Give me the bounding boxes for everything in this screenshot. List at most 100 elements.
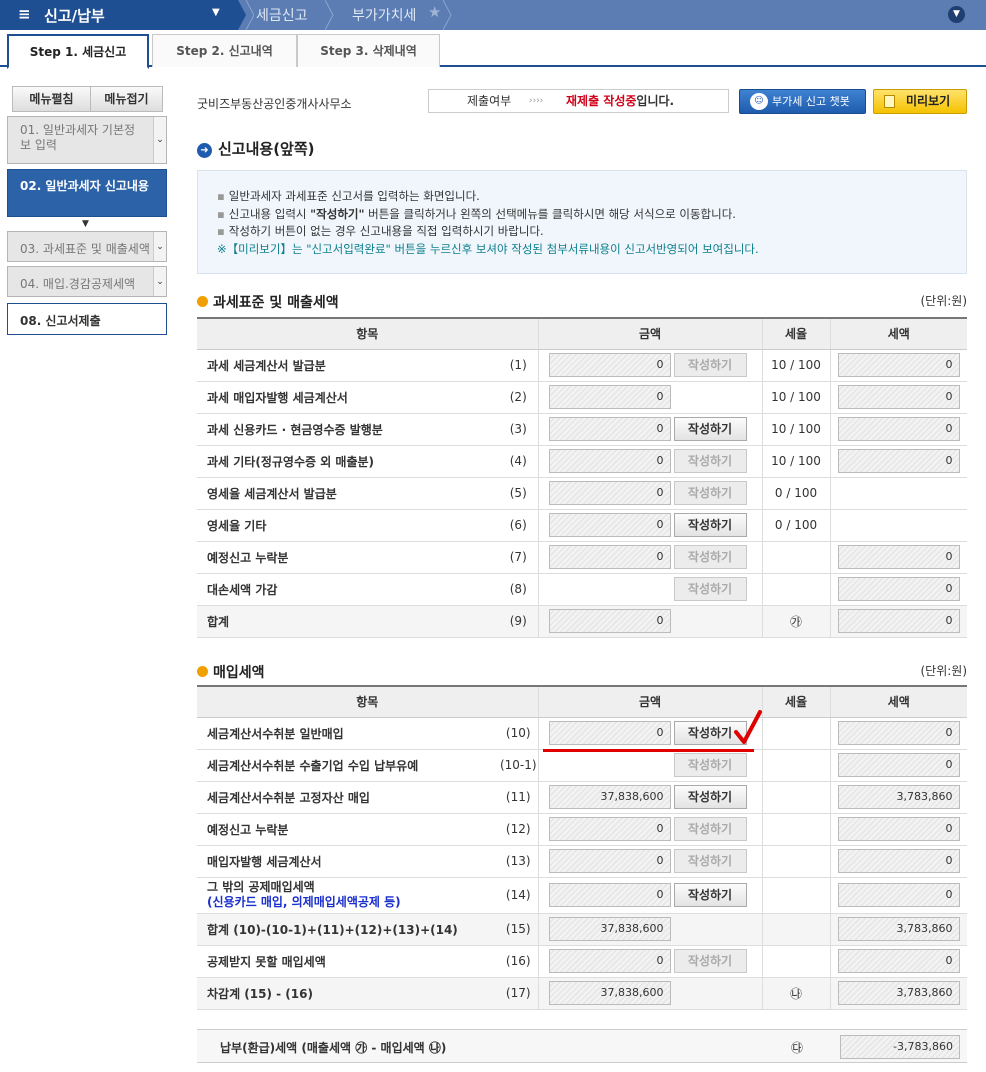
vat-chatbot-button[interactable]: ☺ 부가세 신고 챗봇 (739, 89, 866, 114)
tax-field[interactable]: 0 (837, 849, 960, 873)
row-label: 세금계산서수취분 고정자산 매입 (197, 781, 499, 814)
tax-field[interactable]: 0 (837, 417, 960, 441)
amount-field[interactable]: 0 (548, 949, 671, 973)
rate-cell (761, 717, 830, 750)
write-button[interactable]: 작성하기 (673, 883, 747, 907)
write-button[interactable]: 작성하기 (673, 513, 747, 537)
chevron-down-icon[interactable]: ⌄ (153, 267, 166, 296)
column-header-amount: 금액 (537, 685, 762, 718)
row-number: (17) (499, 977, 538, 1010)
bullet-icon (197, 296, 208, 307)
row-label: 과세 세금계산서 발급분 (197, 349, 499, 382)
annotation-underline (543, 749, 754, 752)
row-label: 대손세액 가감 (197, 573, 499, 606)
rate-cell (761, 813, 830, 846)
write-button: 작성하기 (673, 949, 747, 973)
amount-field[interactable]: 37,838,600 (548, 917, 671, 941)
caret-down-icon[interactable]: ▼ (212, 7, 220, 18)
write-button: 작성하기 (673, 577, 747, 601)
amount-field[interactable]: 0 (548, 609, 671, 633)
tax-field[interactable]: 0 (837, 353, 960, 377)
expand-chevron-icon[interactable]: ▼ (948, 6, 965, 23)
tax-field[interactable]: 0 (837, 545, 960, 569)
amount-cell: 0 작성하기 (537, 877, 762, 914)
row-number: (10-1) (499, 749, 538, 782)
purchase-table: 항목 금액 세율 세액 세금계산서수취분 일반매입 (10) 0 작성하기 0 세금계산서… (197, 685, 967, 1010)
amount-cell: 37,838,600 (537, 977, 762, 1010)
row-label: 예정신고 누락분 (197, 541, 499, 574)
table-row: 합계 (10)-(10-1)+(11)+(12)+(13)+(14) (15) 37… (197, 913, 967, 946)
table-row: 과세 기타(정규영수증 외 매출분) (4) 0 작성하기 10 / 100 0 (197, 445, 967, 478)
breadcrumb-item-tax-report[interactable]: 세금신고 (256, 5, 308, 25)
amount-field[interactable]: 0 (548, 545, 671, 569)
write-button[interactable]: 작성하기 (673, 785, 747, 809)
breadcrumb-item-vat[interactable]: 부가가치세 (352, 5, 416, 25)
amount-cell: 0 작성하기 (537, 845, 762, 878)
amount-field[interactable]: 0 (548, 449, 671, 473)
tax-field[interactable]: 0 (837, 949, 960, 973)
amount-field[interactable]: 37,838,600 (548, 981, 671, 1005)
rate-cell (761, 945, 830, 978)
tax-field[interactable]: 0 (837, 449, 960, 473)
favorite-star-icon[interactable]: ★ (428, 3, 441, 21)
amount-field[interactable]: 0 (548, 721, 671, 745)
amount-field[interactable]: 0 (548, 883, 671, 907)
row-label: 그 밖의 공제매입세액 (신용카드 매입, 의제매입세액공제 등) (197, 877, 499, 914)
row-number: (1) (499, 349, 538, 382)
chevron-down-icon[interactable]: ⌄ (153, 232, 166, 261)
table-row: 과세 신용카드 · 현금영수증 발행분 (3) 0 작성하기 10 / 100 0 (197, 413, 967, 446)
tax-field[interactable]: 0 (837, 609, 960, 633)
hamburger-icon[interactable]: ≡ (18, 5, 31, 23)
tax-field[interactable]: 3,783,860 (837, 981, 960, 1005)
preview-button[interactable]: 미리보기 (873, 89, 967, 114)
amount-field[interactable]: 0 (548, 481, 671, 505)
tax-field[interactable]: 3,783,860 (837, 785, 960, 809)
rate-cell (761, 573, 830, 606)
row-sublabel: (신용카드 매입, 의제매입세액공제 등) (207, 895, 401, 909)
sidebar-item-purchase-deduction[interactable]: 04. 매입.경감공제세액 ⌄ (7, 266, 167, 297)
tax-field[interactable]: 0 (837, 577, 960, 601)
tab-step1[interactable]: Step 1. 세금신고 (7, 34, 149, 69)
tab-step3[interactable]: Step 3. 삭제내역 (297, 34, 440, 67)
status-arrows: ›››› (529, 96, 544, 106)
sidebar-item-basic-info[interactable]: 01. 일반과세자 기본정보 입력 ⌄ (7, 116, 167, 164)
amount-field[interactable]: 0 (548, 353, 671, 377)
row-number: (3) (499, 413, 538, 446)
amount-cell: 0 작성하기 (537, 445, 762, 478)
row-label: 합계 (197, 605, 499, 638)
info-line: ▪ 신고내용 입력시 "작성하기" 버튼을 클릭하거나 왼쪽의 선택메뉴를 클릭하… (217, 206, 736, 221)
tab-step2[interactable]: Step 2. 신고내역 (152, 34, 297, 67)
tax-field[interactable]: 3,783,860 (837, 917, 960, 941)
tax-field[interactable]: 0 (837, 385, 960, 409)
amount-cell: 작성하기 (537, 749, 762, 782)
sidebar-item-report-content[interactable]: 02. 일반과세자 신고내용 (7, 169, 167, 217)
rate-cell: ㉮ (761, 605, 830, 638)
write-button: 작성하기 (673, 353, 747, 377)
amount-field[interactable]: 37,838,600 (548, 785, 671, 809)
sales-unit: (단위:원) (920, 294, 967, 308)
menu-collapse-button[interactable]: 메뉴접기 (90, 86, 163, 112)
menu-section[interactable]: ≡ 신고/납부 ▼ (0, 0, 238, 30)
amount-field[interactable]: 0 (548, 513, 671, 537)
sidebar-item-submit[interactable]: 08. 신고서제출 (7, 303, 167, 335)
table-row: 영세율 기타 (6) 0 작성하기 0 / 100 (197, 509, 967, 542)
write-button[interactable]: 작성하기 (673, 417, 747, 441)
amount-field[interactable]: 0 (548, 849, 671, 873)
chevron-down-icon[interactable]: ⌄ (153, 117, 166, 163)
tax-field[interactable]: 0 (837, 753, 960, 777)
table-row: 그 밖의 공제매입세액 (신용카드 매입, 의제매입세액공제 등) (14) 0 작성하… (197, 877, 967, 914)
tax-field[interactable]: 0 (837, 817, 960, 841)
menu-expand-button[interactable]: 메뉴펼침 (12, 86, 91, 112)
preview-label: 미리보기 (906, 94, 951, 108)
sidebar-item-sales-tax[interactable]: 03. 과세표준 및 매출세액 ⌄ (7, 231, 167, 262)
amount-field[interactable]: 0 (548, 417, 671, 441)
tax-field[interactable]: 0 (837, 883, 960, 907)
amount-field[interactable]: 0 (548, 817, 671, 841)
amount-cell: 작성하기 (537, 573, 762, 606)
amount-field[interactable]: 0 (548, 385, 671, 409)
arrow-right-icon: ➜ (197, 143, 212, 158)
table-row: 과세 세금계산서 발급분 (1) 0 작성하기 10 / 100 0 (197, 349, 967, 382)
tax-field[interactable]: 0 (837, 721, 960, 745)
amount-cell: 0 작성하기 (537, 945, 762, 978)
row-number: (8) (499, 573, 538, 606)
